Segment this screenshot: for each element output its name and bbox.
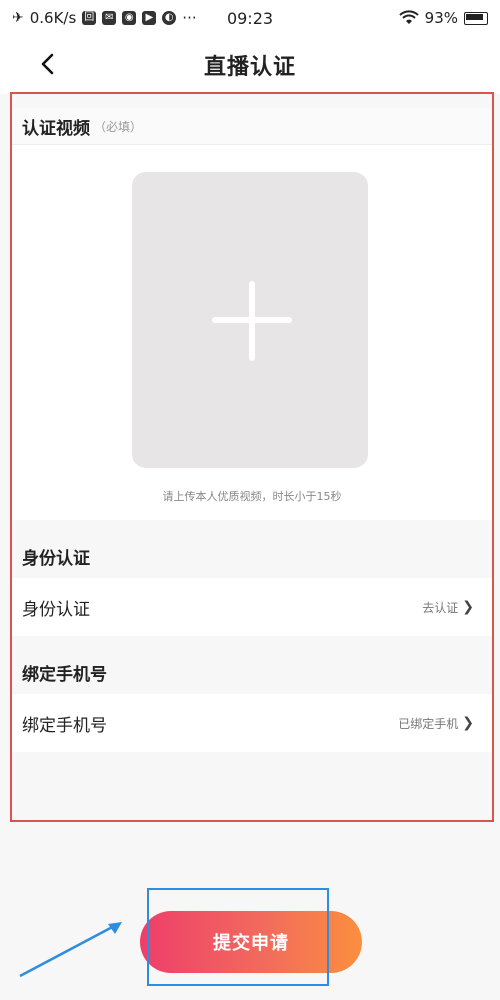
bind-phone-status: 已绑定手机 ❯ (398, 715, 474, 732)
upload-hint: 请上传本人优质视频，时长小于15秒 (162, 490, 342, 503)
identity-verify-label: 身份认证 (22, 599, 90, 620)
page-title: 直播认证 (203, 55, 296, 80)
chevron-left-icon (41, 53, 54, 75)
page-header: 直播认证 (0, 36, 500, 94)
more-notifications: ··· (182, 9, 197, 27)
identity-section-title: 身份认证 (12, 530, 492, 582)
status-left: ✈ 0.6K/s 回 ✉ ◉ ▶ ◐ ··· (12, 9, 197, 27)
phone-section-title: 绑定手机号 (12, 646, 492, 698)
status-bar: ✈ 0.6K/s 回 ✉ ◉ ▶ ◐ ··· 09:23 93% (0, 0, 500, 36)
chevron-right-icon: ❯ (462, 599, 474, 615)
network-speed: 0.6K/s (29, 9, 77, 27)
clock: 09:23 (226, 8, 274, 28)
upload-video-button[interactable] (132, 172, 368, 468)
bind-phone-row[interactable]: 绑定手机号 已绑定手机 ❯ (12, 694, 492, 752)
upload-area: 请上传本人优质视频，时长小于15秒 (12, 145, 492, 520)
video-icon: ▶ (142, 11, 157, 25)
identity-verify-status: 去认证 ❯ (422, 599, 474, 616)
app-icon-1: 回 (82, 11, 97, 25)
video-section: 认证视频 （必填） (12, 108, 492, 145)
wechat-icon: ◉ (122, 11, 137, 25)
required-tag: （必填） (94, 119, 143, 134)
identity-status-text: 去认证 (422, 600, 459, 615)
wifi-icon (398, 10, 419, 24)
phone-status-text: 已绑定手机 (398, 716, 459, 731)
battery-icon (464, 11, 488, 25)
battery-level: 93% (424, 9, 458, 27)
submit-button-label: 提交申请 (213, 933, 289, 954)
browser-icon: ◐ (162, 11, 177, 25)
identity-verify-row[interactable]: 身份认证 去认证 ❯ (12, 578, 492, 636)
arrow-annotation-icon (19, 922, 122, 978)
mail-icon: ✉ (102, 11, 117, 25)
status-right: 93% (398, 9, 488, 27)
submit-button[interactable]: 提交申请 (140, 911, 362, 973)
bind-phone-label: 绑定手机号 (22, 715, 107, 736)
back-button[interactable] (30, 46, 66, 82)
video-section-label: 认证视频 (22, 118, 90, 139)
video-section-title: 认证视频 （必填） (12, 108, 492, 145)
chevron-right-icon: ❯ (462, 715, 474, 731)
airplane-icon: ✈ (12, 10, 24, 26)
